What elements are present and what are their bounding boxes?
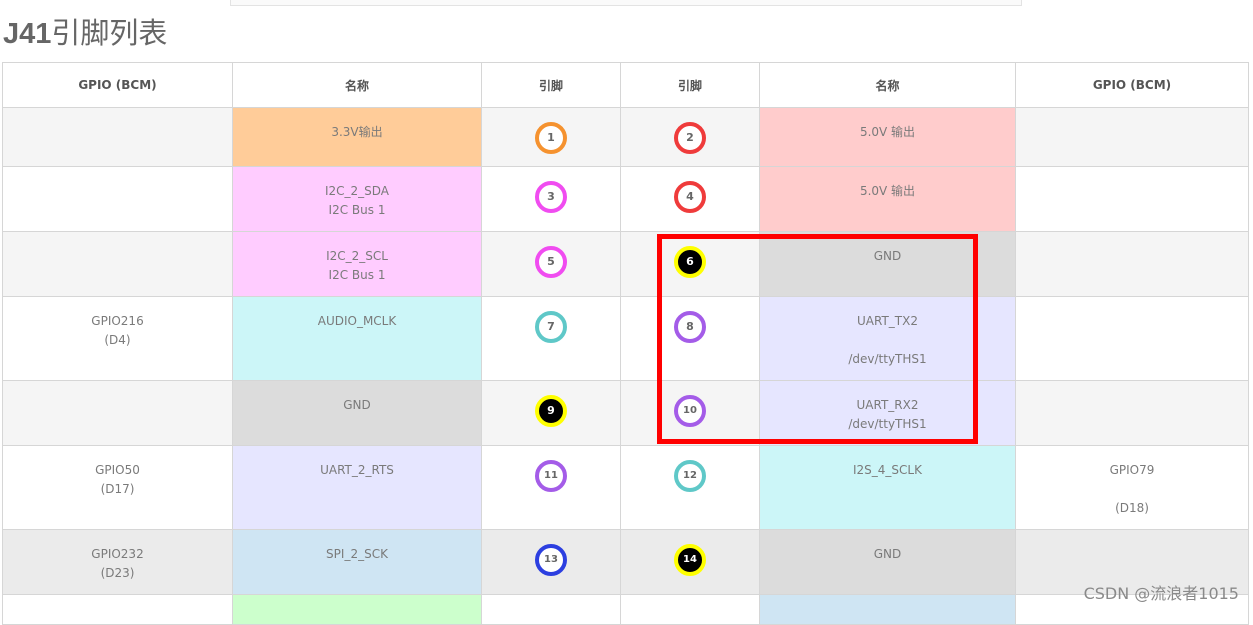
name-left: AUDIO_MCLK [232,296,482,381]
table-row: GPIO216 (D4) AUDIO_MCLK 7 8 UART_TX2/dev/… [2,296,1249,381]
gpio-right: GPIO79 (D18) [1015,445,1249,530]
pin-badge: 7 [535,311,567,343]
pin-badge: 1 [535,122,567,154]
gpio-right [1015,166,1249,232]
name-left: I2C_2_SCL I2C Bus 1 [232,231,482,297]
pin-badge: 2 [674,122,706,154]
gpio-left [2,594,233,625]
table-row [2,594,1249,625]
pin-badge: 13 [535,544,567,576]
table-row: I2C_2_SCL I2C Bus 1 5 6 GND [2,231,1249,297]
pin-badge: 11 [535,460,567,492]
pin-right [620,594,760,625]
gpio-right [1015,296,1249,381]
pin-badge: 14 [674,544,706,576]
header-pin-right: 引脚 [620,62,760,108]
page-title: J41引脚列表 [3,16,168,50]
header-name-right: 名称 [759,62,1016,108]
name-left: SPI_2_SCK [232,529,482,595]
name-left [232,594,482,625]
name-left: GND [232,380,482,446]
table-row: I2C_2_SDA I2C Bus 1 3 4 5.0V 输出 [2,166,1249,232]
pin-left [481,594,621,625]
gpio-right [1015,107,1249,167]
name-left: UART_2_RTS [232,445,482,530]
gpio-left: GPIO216 (D4) [2,296,233,381]
name-left: 3.3V输出 [232,107,482,167]
gpio-left [2,107,233,167]
name-right: 5.0V 输出 [759,107,1016,167]
gpio-left: GPIO232 (D23) [2,529,233,595]
table-row: 3.3V输出 1 2 5.0V 输出 [2,107,1249,167]
highlight-box [657,234,978,444]
gpio-left: GPIO50 (D17) [2,445,233,530]
gpio-left [2,231,233,297]
name-right: I2S_4_SCLK [759,445,1016,530]
watermark: CSDN @流浪者1015 [1083,584,1239,603]
pin-badge: 4 [674,181,706,213]
name-right [759,594,1016,625]
pin-table: GPIO (BCM) 名称 引脚 引脚 名称 GPIO (BCM) 3.3V输出… [2,62,1249,625]
gpio-right [1015,380,1249,446]
table-row: GPIO232 (D23) SPI_2_SCK 13 14 GND [2,529,1249,595]
header-name-left: 名称 [232,62,482,108]
gpio-right [1015,231,1249,297]
pin-badge: 9 [535,395,567,427]
name-right: 5.0V 输出 [759,166,1016,232]
gpio-left [2,380,233,446]
pin-badge: 12 [674,460,706,492]
gpio-left [2,166,233,232]
pin-badge: 5 [535,246,567,278]
header-pin-left: 引脚 [481,62,621,108]
name-right: GND [759,529,1016,595]
top-bar [230,0,1022,6]
header-gpio-left: GPIO (BCM) [2,62,233,108]
header-gpio-right: GPIO (BCM) [1015,62,1249,108]
pin-badge: 3 [535,181,567,213]
table-header-row: GPIO (BCM) 名称 引脚 引脚 名称 GPIO (BCM) [2,62,1249,108]
name-left: I2C_2_SDA I2C Bus 1 [232,166,482,232]
table-row: GND 9 10 UART_RX2/dev/ttyTHS1 [2,380,1249,446]
table-row: GPIO50 (D17) UART_2_RTS 11 12 I2S_4_SCLK … [2,445,1249,530]
